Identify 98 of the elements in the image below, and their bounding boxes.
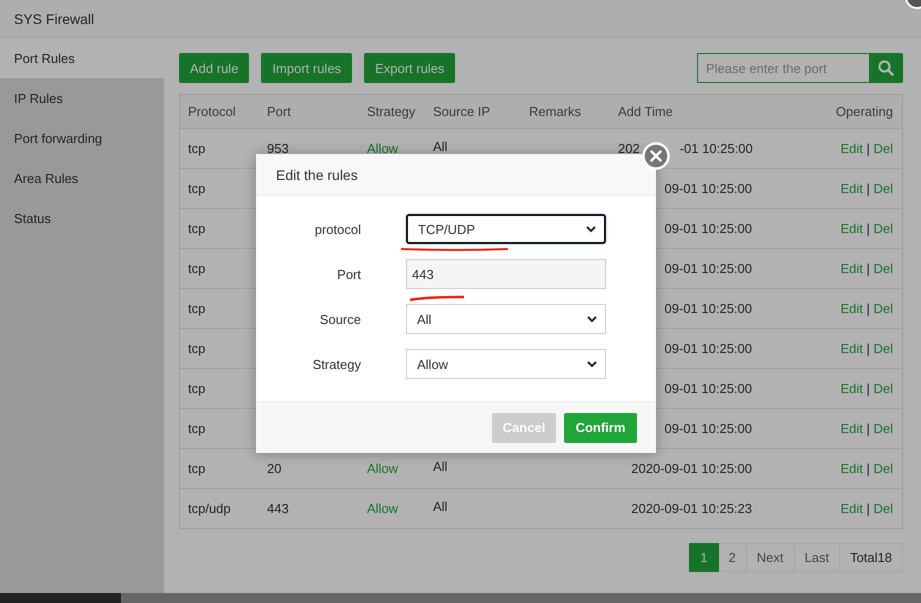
delete-link[interactable]: Del	[873, 221, 893, 236]
sidebar-item[interactable]: IP Rules	[0, 78, 164, 118]
chevron-icon	[586, 226, 596, 232]
separator: |	[866, 421, 870, 436]
table-cell: All	[433, 139, 448, 154]
field-label: Strategy	[312, 356, 361, 372]
table-cell: 20	[267, 461, 282, 476]
dropdown[interactable]: All	[406, 304, 606, 334]
confirm-button[interactable]: Confirm	[564, 412, 637, 442]
table-cell: tcp	[188, 301, 206, 316]
sidebar-item[interactable]: Port Rules	[0, 38, 164, 78]
import-rules-button[interactable]: Import rules	[261, 53, 352, 83]
table-cell: tcp	[188, 461, 206, 476]
next-page-button[interactable]: Next	[746, 543, 794, 572]
table-cell: Allow	[367, 501, 398, 516]
separator: |	[866, 341, 870, 356]
chevron-icon	[587, 316, 597, 322]
underline-mark	[410, 296, 464, 302]
table-cell: 09-01 10:25:00	[664, 181, 752, 196]
column-header: Add Time	[618, 104, 673, 119]
table-cell: Allow	[367, 141, 398, 156]
column-header: Protocol	[188, 104, 236, 119]
table-cell: tcp/udp	[188, 501, 231, 516]
export-rules-button[interactable]: Export rules	[364, 53, 456, 83]
table-cell: All	[433, 499, 448, 514]
edit-link[interactable]: Edit	[840, 501, 863, 516]
edit-link[interactable]: Edit	[840, 141, 863, 156]
chevron-icon	[587, 360, 597, 368]
table-cell: tcp	[188, 381, 206, 396]
column-header: Port	[267, 104, 291, 119]
table-cell: 09-01 10:25:00	[664, 261, 752, 276]
table-cell: tcp	[188, 181, 206, 196]
page-button[interactable]: 1	[689, 543, 719, 572]
table-cell: Allow	[367, 461, 398, 476]
delete-link[interactable]: Del	[873, 181, 893, 196]
separator: |	[866, 261, 870, 276]
table-cell: 2020-09-01 10:25:00	[631, 461, 752, 476]
page-button[interactable]: 2	[718, 543, 747, 572]
table-cell: tcp	[188, 341, 206, 356]
field-label: Source	[318, 312, 361, 326]
table-cell: 443	[267, 501, 289, 516]
field-label: protocol	[314, 222, 361, 236]
edit-link[interactable]: Edit	[840, 381, 863, 396]
edit-link[interactable]: Edit	[840, 301, 863, 316]
table-cell: 09-01 10:25:00	[664, 421, 752, 436]
table-cell: All	[433, 459, 448, 474]
delete-link[interactable]: Del	[873, 461, 893, 476]
window-title: SYS Firewall	[14, 10, 94, 26]
dropdown[interactable]: TCP/UDP	[406, 214, 606, 244]
table-cell: 953	[267, 141, 289, 156]
edit-link[interactable]: Edit	[840, 461, 863, 476]
table-cell: 09-01 10:25:00	[664, 341, 752, 356]
table-cell: tcp	[188, 261, 206, 276]
last-page-button[interactable]: Last	[794, 543, 840, 572]
separator: |	[866, 141, 870, 156]
edit-link[interactable]: Edit	[840, 421, 863, 436]
delete-link[interactable]: Del	[873, 501, 893, 516]
column-header: Remarks	[529, 104, 582, 119]
table-cell: 09-01 10:25:00	[664, 301, 752, 316]
column-header: Strategy	[367, 104, 416, 119]
separator: |	[866, 501, 870, 516]
delete-link[interactable]: Del	[873, 141, 893, 156]
search-button[interactable]	[869, 53, 903, 83]
table-cell: -01 10:25:00	[680, 141, 753, 156]
table-cell: 09-01 10:25:00	[664, 221, 752, 236]
table-cell: 2020-09-01 10:25:23	[631, 501, 752, 516]
separator: |	[866, 461, 870, 476]
sidebar-item[interactable]: Status	[0, 198, 164, 238]
separator: |	[866, 381, 870, 396]
edit-link[interactable]: Edit	[840, 261, 863, 276]
delete-link[interactable]: Del	[873, 301, 893, 316]
table-cell: tcp	[188, 221, 206, 236]
search-icon	[878, 60, 894, 76]
sidebar-item[interactable]: Port forwarding	[0, 118, 164, 158]
port-field[interactable]: 443	[406, 259, 606, 289]
table-cell: 09-01 10:25:00	[664, 381, 752, 396]
edit-link[interactable]: Edit	[840, 181, 863, 196]
dialog-title: Edit the rules	[276, 166, 358, 182]
table-cell: 202	[618, 141, 640, 156]
table-cell: tcp	[188, 141, 206, 156]
separator: |	[866, 181, 870, 196]
separator: |	[866, 221, 870, 236]
dropdown[interactable]: Allow	[406, 349, 606, 379]
edit-link[interactable]: Edit	[840, 221, 863, 236]
total-count: Total18	[840, 543, 903, 572]
field-label: Port	[336, 266, 361, 282]
search-field[interactable]: Please enter the port	[697, 53, 869, 83]
separator: |	[866, 301, 870, 316]
delete-link[interactable]: Del	[873, 381, 893, 396]
delete-link[interactable]: Del	[873, 341, 893, 356]
delete-link[interactable]: Del	[873, 421, 893, 436]
table-cell: tcp	[188, 421, 206, 436]
edit-link[interactable]: Edit	[840, 341, 863, 356]
sidebar-item[interactable]: Area Rules	[0, 158, 164, 198]
add-rule-button[interactable]: Add rule	[179, 53, 250, 83]
column-header: Source IP	[433, 104, 490, 119]
delete-link[interactable]: Del	[873, 261, 893, 276]
column-header: Operating	[836, 104, 893, 119]
